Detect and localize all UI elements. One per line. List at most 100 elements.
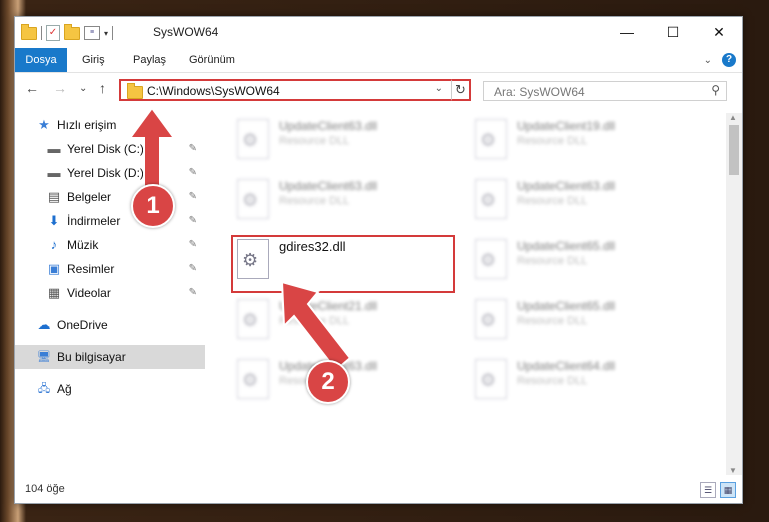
- file-item[interactable]: UpdateClient63.dll Resource DLL: [231, 175, 461, 227]
- tab-home[interactable]: Giriş: [73, 48, 114, 72]
- pin-icon[interactable]: ✎: [189, 281, 197, 305]
- disk-icon: ▬: [47, 165, 61, 180]
- minimize-button[interactable]: —: [604, 17, 650, 48]
- pin-icon[interactable]: ✎: [189, 257, 197, 281]
- view-toggle: ☰ ▦: [700, 482, 736, 498]
- search-input[interactable]: [492, 84, 696, 100]
- sidebar-item-pictures[interactable]: ▣ Resimler ✎: [15, 257, 205, 281]
- sidebar-item-downloads[interactable]: ⬇ İndirmeler ✎: [15, 209, 205, 233]
- network-icon: 🖧: [37, 383, 51, 395]
- star-icon: ★: [38, 117, 50, 132]
- refresh-button[interactable]: ↻: [451, 79, 471, 101]
- file-type: Resource DLL: [279, 135, 350, 147]
- quick-access-toolbar: ✓ ≡ ▾: [21, 23, 114, 41]
- sidebar-item-onedrive[interactable]: ☁ OneDrive: [15, 313, 205, 337]
- new-folder-icon[interactable]: [64, 23, 80, 40]
- scrollbar-thumb[interactable]: [729, 125, 739, 175]
- sidebar-item-documents[interactable]: ▤ Belgeler ✎: [15, 185, 205, 209]
- help-icon[interactable]: ?: [722, 53, 736, 67]
- details-view-icon[interactable]: ☰: [700, 482, 716, 498]
- scroll-down-icon[interactable]: ▼: [729, 466, 737, 475]
- maximize-button[interactable]: ☐: [650, 17, 696, 48]
- pin-icon[interactable]: ✎: [189, 161, 197, 185]
- pin-icon[interactable]: ✎: [189, 185, 197, 209]
- tab-file[interactable]: Dosya: [15, 48, 67, 72]
- sidebar-item-quick-access[interactable]: ★ Hızlı erişim: [15, 113, 205, 137]
- sidebar-item-network[interactable]: 🖧 Ağ: [15, 377, 205, 401]
- sidebar-item-videos[interactable]: ▦ Videolar ✎: [15, 281, 205, 305]
- scroll-up-icon[interactable]: ▲: [729, 113, 737, 122]
- sidebar-item-music[interactable]: ♪ Müzik ✎: [15, 233, 205, 257]
- close-button[interactable]: ✕: [696, 17, 742, 48]
- file-name: UpdateClient65.dll: [517, 299, 616, 313]
- file-item[interactable]: UpdateClient65.dll Resource DLL: [469, 235, 699, 287]
- address-bar[interactable]: C:\Windows\SysWOW64 ⌄: [119, 79, 469, 101]
- computer-icon: 🖥: [37, 351, 51, 363]
- vertical-scrollbar[interactable]: ▲ ▼: [726, 113, 742, 475]
- customize-icon[interactable]: ≡: [84, 26, 100, 40]
- file-type: Resource DLL: [517, 195, 588, 207]
- search-box[interactable]: ⚲: [483, 81, 727, 101]
- file-type: Resource DLL: [517, 255, 588, 267]
- file-name: UpdateClient63.dll: [517, 179, 616, 193]
- file-type: Resource DLL: [279, 195, 350, 207]
- sidebar-item-disk-d[interactable]: ▬ Yerel Disk (D:) ✎: [15, 161, 205, 185]
- forward-arrow-icon[interactable]: →: [53, 80, 67, 96]
- file-type: Resource DLL: [517, 315, 588, 327]
- recent-locations-icon[interactable]: ⌄: [79, 83, 87, 94]
- folder-icon[interactable]: [21, 23, 37, 40]
- chevron-down-icon[interactable]: ▾: [104, 29, 108, 38]
- toolbar-separator: [41, 26, 42, 40]
- sidebar-item-label: Ağ: [57, 382, 72, 396]
- ribbon-tabs: Dosya Giriş Paylaş Görünüm ⌄ ?: [15, 48, 742, 73]
- dll-file-icon: [475, 179, 507, 219]
- pin-icon[interactable]: ✎: [189, 209, 197, 233]
- ribbon-expand-icon[interactable]: ⌄: [704, 55, 712, 66]
- toolbar-separator: [112, 26, 114, 40]
- download-icon: ⬇: [48, 213, 60, 228]
- disk-icon: ▬: [47, 141, 61, 156]
- dll-file-icon: [475, 359, 507, 399]
- pictures-icon: ▣: [47, 261, 61, 276]
- file-item[interactable]: UpdateClient19.dll Resource DLL: [469, 115, 699, 167]
- file-type: Resource DLL: [517, 135, 588, 147]
- sidebar-item-disk-c[interactable]: ▬ Yerel Disk (C:) ✎: [15, 137, 205, 161]
- navigation-row: ← → ⌄ ↑ C:\Windows\SysWOW64 ⌄ ↻ ⚲: [15, 77, 742, 105]
- cloud-icon: ☁: [37, 317, 51, 332]
- dll-file-icon: [237, 179, 269, 219]
- tiles-view-icon[interactable]: ▦: [720, 482, 736, 498]
- video-icon: ▦: [47, 285, 61, 300]
- dll-file-icon: [237, 119, 269, 159]
- file-item[interactable]: UpdateClient64.dll Resource DLL: [469, 355, 699, 407]
- step-badge-1: 1: [131, 184, 175, 228]
- tab-share[interactable]: Paylaş: [124, 48, 175, 72]
- sidebar-item-this-pc[interactable]: 🖥 Bu bilgisayar: [15, 345, 205, 369]
- dll-file-icon: [475, 299, 507, 339]
- window-title: SysWOW64: [153, 25, 219, 39]
- file-item[interactable]: UpdateClient63.dll Resource DLL: [231, 115, 461, 167]
- sidebar-item-label: OneDrive: [57, 318, 108, 332]
- file-name: UpdateClient19.dll: [517, 119, 616, 133]
- properties-check-icon[interactable]: ✓: [46, 25, 60, 41]
- sidebar-item-label: Bu bilgisayar: [57, 350, 126, 364]
- file-item[interactable]: UpdateClient65.dll Resource DLL: [469, 295, 699, 347]
- dll-file-icon: [237, 299, 269, 339]
- file-type: Resource DLL: [517, 375, 588, 387]
- navigation-pane: ★ Hızlı erişim ▬ Yerel Disk (C:) ✎ ▬ Yer…: [15, 113, 205, 473]
- dll-file-icon: [475, 119, 507, 159]
- back-arrow-icon[interactable]: ←: [25, 80, 39, 96]
- pin-icon[interactable]: ✎: [189, 137, 197, 161]
- music-icon: ♪: [50, 237, 58, 252]
- sidebar-item-label: Müzik: [67, 238, 99, 252]
- sidebar-item-label: Hızlı erişim: [57, 118, 117, 132]
- sidebar-item-label: İndirmeler: [67, 214, 121, 228]
- magnifier-icon[interactable]: ⚲: [711, 83, 720, 97]
- title-bar: ✓ ≡ ▾ SysWOW64 — ☐ ✕: [15, 17, 742, 48]
- tab-view[interactable]: Görünüm: [180, 48, 244, 72]
- annotation-arrow-2: [280, 280, 352, 372]
- file-item[interactable]: UpdateClient63.dll Resource DLL: [469, 175, 699, 227]
- pin-icon[interactable]: ✎: [189, 233, 197, 257]
- address-dropdown-icon[interactable]: ⌄: [435, 83, 443, 94]
- up-arrow-icon[interactable]: ↑: [99, 80, 106, 96]
- file-name: UpdateClient63.dll: [279, 119, 378, 133]
